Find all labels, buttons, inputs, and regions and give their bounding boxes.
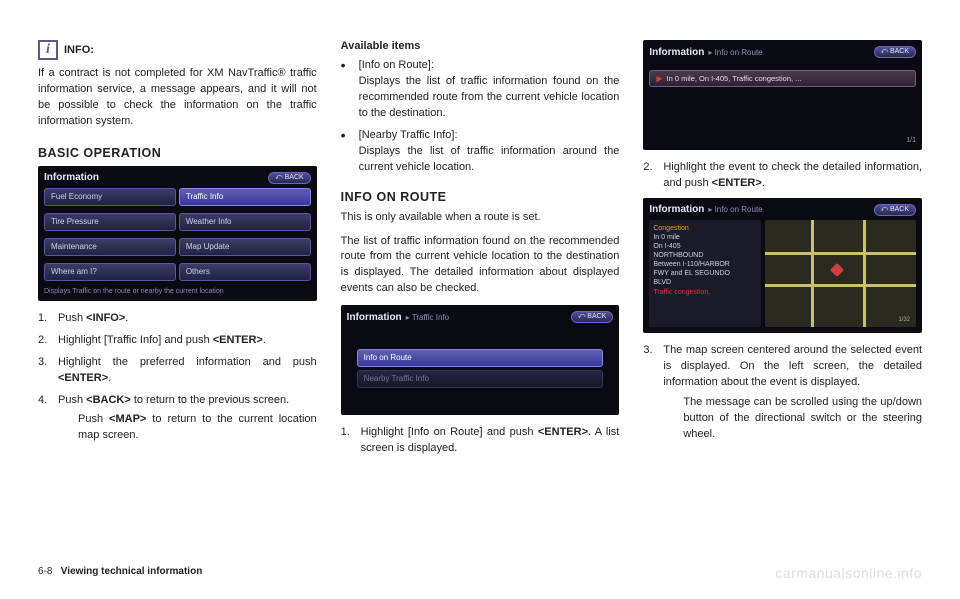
screenshot-route-list: Information ▸ Info on Route ⤺ BACK ▶ In … bbox=[643, 40, 922, 150]
menu-traffic-info: Traffic Info bbox=[179, 188, 311, 206]
column-3: Information ▸ Info on Route ⤺ BACK ▶ In … bbox=[643, 40, 922, 530]
available-items-list: [Info on Route]:Displays the list of tra… bbox=[341, 58, 620, 182]
step-1: Push <INFO>. bbox=[38, 311, 317, 327]
heading-info-on-route: INFO ON ROUTE bbox=[341, 190, 620, 204]
event-detail-panel: Congestion In 0 mile On I-405 NORTHBOUND… bbox=[649, 220, 761, 327]
step-2-route: Highlight the event to check the detaile… bbox=[643, 160, 922, 192]
page-columns: i INFO: If a contract is not completed f… bbox=[38, 40, 922, 530]
step-3-route: The map screen centered around the selec… bbox=[643, 343, 922, 443]
screenshot-traffic-info: Information ▸ Traffic Info ⤺ BACK Info o… bbox=[341, 305, 620, 415]
heading-basic-operation: BASIC OPERATION bbox=[38, 146, 317, 160]
ss-header: Information ▸ Traffic Info ⤺ BACK bbox=[347, 311, 614, 323]
ss-header: Information ▸ Info on Route ⤺ BACK bbox=[649, 46, 916, 58]
screenshot-information-menu: Information ⤺ BACK Fuel Economy Traffic … bbox=[38, 166, 317, 301]
info-callout: i INFO: bbox=[38, 40, 317, 60]
menu-where-am-i: Where am I? bbox=[44, 263, 176, 281]
menu-info-on-route: Info on Route bbox=[357, 349, 604, 367]
menu-tire-pressure: Tire Pressure bbox=[44, 213, 176, 231]
steps-info-on-route: Highlight [Info on Route] and push <ENTE… bbox=[341, 425, 620, 463]
ss-title: Information ▸ Info on Route bbox=[649, 204, 762, 215]
step-3: Highlight the preferred information and … bbox=[38, 355, 317, 387]
ss-title: Information ▸ Info on Route bbox=[649, 47, 762, 58]
event-status: Traffic congestion, bbox=[653, 288, 757, 297]
traffic-event-row: ▶ In 0 mile, On I-405, Traffic congestio… bbox=[649, 70, 916, 87]
para-route-desc: The list of traffic information found on… bbox=[341, 234, 620, 298]
step-4-sub: Push <MAP> to return to the current loca… bbox=[78, 412, 317, 444]
steps-basic-operation: Push <INFO>. Highlight [Traffic Info] an… bbox=[38, 311, 317, 451]
back-button-icon: ⤺ BACK bbox=[571, 311, 614, 323]
column-1: i INFO: If a contract is not completed f… bbox=[38, 40, 317, 530]
bullet-nearby-traffic: [Nearby Traffic Info]:Displays the list … bbox=[341, 128, 620, 176]
info-paragraph: If a contract is not completed for XM Na… bbox=[38, 66, 317, 130]
heading-available-items: Available items bbox=[341, 40, 620, 52]
menu-others: Others bbox=[179, 263, 311, 281]
map-scale: 1/32 bbox=[898, 317, 910, 323]
menu-fuel-economy: Fuel Economy bbox=[44, 188, 176, 206]
ss-list-body: ▶ In 0 mile, On I-405, Traffic congestio… bbox=[649, 62, 916, 135]
ss-footer-hint: Displays Traffic on the route or nearby … bbox=[44, 288, 311, 295]
back-button-icon: ⤺ BACK bbox=[268, 172, 311, 184]
ss-menu-list: Info on Route Nearby Traffic Info bbox=[347, 327, 614, 409]
para-route-available: This is only available when a route is s… bbox=[341, 210, 620, 226]
step-3-sub: The message can be scrolled using the up… bbox=[683, 395, 922, 443]
ss-header: Information ▸ Info on Route ⤺ BACK bbox=[649, 204, 916, 216]
column-2: Available items [Info on Route]:Displays… bbox=[341, 40, 620, 530]
page-count: 1/1 bbox=[649, 137, 916, 144]
page-number: 6-8 bbox=[38, 566, 52, 577]
ss-title: Information ▸ Traffic Info bbox=[347, 312, 449, 323]
info-icon: i bbox=[38, 40, 58, 60]
watermark: carmanualsonline.info bbox=[775, 565, 922, 581]
screenshot-event-detail: Information ▸ Info on Route ⤺ BACK Conge… bbox=[643, 198, 922, 333]
menu-weather-info: Weather Info bbox=[179, 213, 311, 231]
info-label: INFO: bbox=[64, 44, 94, 56]
section-title: Viewing technical information bbox=[61, 566, 203, 577]
steps-route-3: The map screen centered around the selec… bbox=[643, 343, 922, 449]
event-map: 1/32 bbox=[765, 220, 916, 327]
back-button-icon: ⤺ BACK bbox=[874, 46, 917, 58]
ss-title: Information bbox=[44, 172, 99, 183]
step-1-route: Highlight [Info on Route] and push <ENTE… bbox=[341, 425, 620, 457]
step-4: Push <BACK> to return to the previous sc… bbox=[38, 393, 317, 445]
back-button-icon: ⤺ BACK bbox=[874, 204, 917, 216]
ss-header: Information ⤺ BACK bbox=[44, 172, 311, 184]
event-marker-icon bbox=[830, 263, 844, 277]
bullet-info-on-route: [Info on Route]:Displays the list of tra… bbox=[341, 58, 620, 122]
menu-map-update: Map Update bbox=[179, 238, 311, 256]
page-footer: 6-8 Viewing technical information bbox=[38, 566, 202, 577]
event-type: Congestion bbox=[653, 224, 757, 233]
ss-map-split: Congestion In 0 mile On I-405 NORTHBOUND… bbox=[649, 220, 916, 327]
event-lines: In 0 mile On I-405 NORTHBOUND Between I-… bbox=[653, 233, 757, 288]
step-2: Highlight [Traffic Info] and push <ENTER… bbox=[38, 333, 317, 349]
menu-nearby-traffic: Nearby Traffic Info bbox=[357, 370, 604, 388]
menu-maintenance: Maintenance bbox=[44, 238, 176, 256]
ss-menu-grid: Fuel Economy Traffic Info Tire Pressure … bbox=[44, 188, 311, 285]
steps-route-2: Highlight the event to check the detaile… bbox=[643, 160, 922, 198]
warning-icon: ▶ bbox=[656, 74, 662, 83]
